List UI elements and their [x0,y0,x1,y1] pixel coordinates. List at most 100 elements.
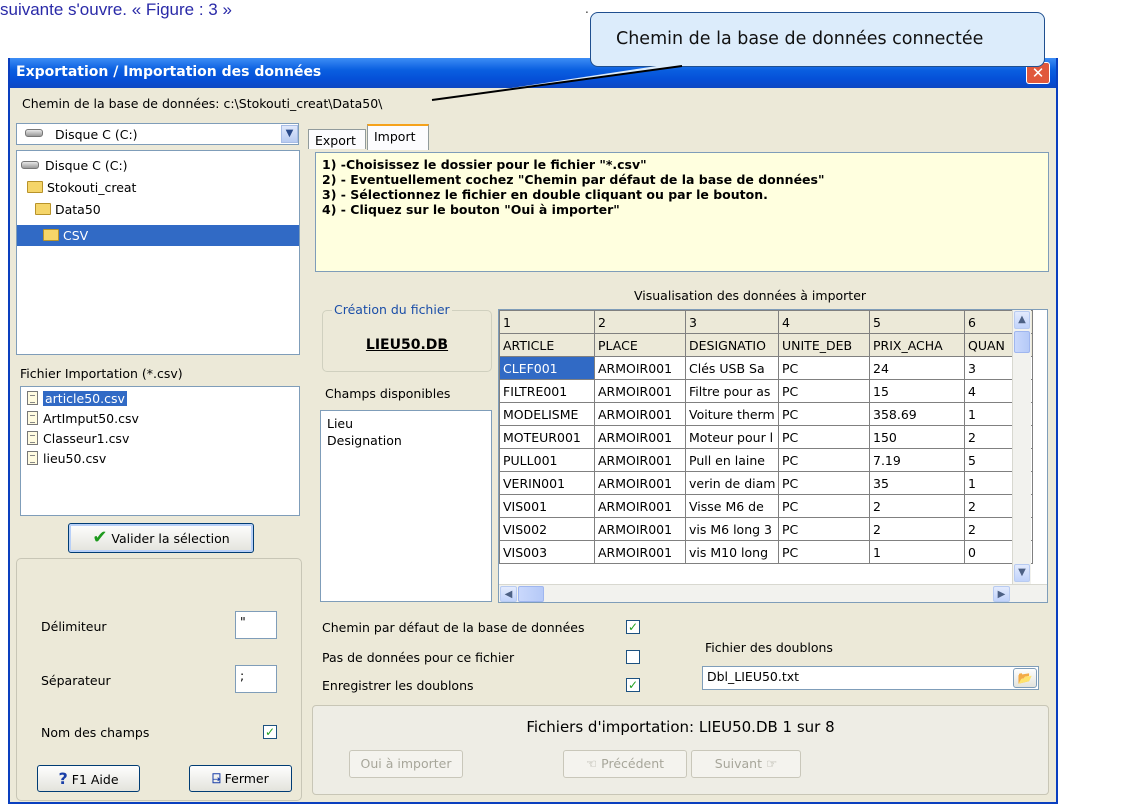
scroll-down-icon[interactable]: ▼ [1014,564,1030,582]
delimiter-input[interactable]: " [235,611,277,639]
preview-horizontal-scrollbar[interactable]: ◀ ▶ [499,584,1047,602]
column-number-row[interactable]: 123456 [499,310,1033,334]
table-cell[interactable]: ARMOIR001 [594,356,686,380]
close-dialog-button[interactable]: ⍈ Fermer [189,765,292,792]
list-item-file[interactable]: article50.csv [27,389,127,409]
table-row[interactable]: VIS002 ARMOIR001 vis M6 long 3 PC 2 2 [499,517,1033,541]
table-row[interactable]: VIS003 ARMOIR001 vis M10 long PC 1 0 [499,540,1033,564]
table-cell[interactable]: MOTEUR001 [499,425,595,449]
scroll-up-icon[interactable]: ▲ [1014,311,1030,329]
table-row[interactable]: MOTEUR001 ARMOIR001 Moteur pour l PC 150 2 [499,425,1033,449]
duplicates-file-input[interactable]: Dbl_LIEU50.txt [702,666,1039,690]
chevron-down-icon[interactable]: ▼ [281,125,298,143]
tree-item-disk[interactable]: Disque C (C:) [21,155,221,176]
list-item[interactable]: Lieu [327,416,353,431]
table-cell[interactable]: ARMOIR001 [594,540,686,564]
available-fields-list[interactable]: Lieu Designation [320,410,492,602]
table-cell[interactable]: ARTICLE [499,333,595,357]
table-row[interactable]: CLEF001 ARMOIR001 Clés USB Sa PC 24 3 [499,356,1033,380]
table-cell[interactable]: Pull en laine [685,448,779,472]
table-cell[interactable]: 4 [778,310,870,334]
tab-import[interactable]: Import [367,124,429,150]
table-cell[interactable]: PLACE [594,333,686,357]
default-path-checkbox[interactable]: ✓ [626,620,640,634]
table-cell[interactable]: PC [778,471,870,495]
table-cell[interactable]: ARMOIR001 [594,471,686,495]
table-cell[interactable]: 1 [499,310,595,334]
scroll-thumb[interactable] [518,586,544,602]
table-cell[interactable]: ARMOIR001 [594,379,686,403]
table-cell[interactable]: Moteur pour l [685,425,779,449]
list-item-file[interactable]: ArtImput50.csv [27,409,139,429]
table-cell[interactable]: 24 [869,356,965,380]
table-cell[interactable]: vis M10 long [685,540,779,564]
import-button[interactable]: Oui à importer [349,750,463,778]
table-cell[interactable]: CLEF001 [499,356,595,380]
table-cell[interactable]: 150 [869,425,965,449]
table-cell[interactable]: ARMOIR001 [594,425,686,449]
no-data-checkbox[interactable] [626,650,640,664]
table-cell[interactable]: VERIN001 [499,471,595,495]
table-cell[interactable]: 35 [869,471,965,495]
table-cell[interactable]: Filtre pour as [685,379,779,403]
table-row[interactable]: FILTRE001 ARMOIR001 Filtre pour as PC 15 4 [499,379,1033,403]
table-cell[interactable]: 358.69 [869,402,965,426]
column-header-row[interactable]: ARTICLE PLACE DESIGNATIO UNITE_DEB PRIX_ACHA… [499,333,1033,357]
table-cell[interactable]: DESIGNATIO [685,333,779,357]
table-cell[interactable]: VIS002 [499,517,595,541]
table-cell[interactable]: ARMOIR001 [594,448,686,472]
list-item[interactable]: Designation [327,433,402,448]
table-cell[interactable]: 3 [685,310,779,334]
file-list[interactable]: article50.csv ArtImput50.csv Classeur1.c… [20,386,300,516]
table-cell[interactable]: 15 [869,379,965,403]
table-cell[interactable]: FILTRE001 [499,379,595,403]
tree-item-stokouti[interactable]: Stokouti_creat [27,177,227,198]
table-cell[interactable]: Clés USB Sa [685,356,779,380]
table-cell[interactable]: ARMOIR001 [594,402,686,426]
table-row[interactable]: VERIN001 ARMOIR001 verin de diam PC 35 1 [499,471,1033,495]
browse-folder-icon[interactable]: 📂 [1013,668,1037,688]
preview-grid[interactable]: 1 2 3 4 5 6 ARTICLE PLACE DESIGNATIO UNITE_DEB PRI… [498,309,1048,603]
list-item-file[interactable]: lieu50.csv [27,449,106,469]
next-button[interactable]: Suivant ☞ [691,750,801,778]
table-cell[interactable]: vis M6 long 3 [685,517,779,541]
table-cell[interactable]: PC [778,379,870,403]
drive-combobox[interactable]: Disque C (C:) ▼ [16,123,299,145]
table-cell[interactable]: PC [778,540,870,564]
list-item-file[interactable]: Classeur1.csv [27,429,129,449]
table-cell[interactable]: 2 [869,517,965,541]
table-cell[interactable]: PC [778,494,870,518]
table-cell[interactable]: MODELISME [499,402,595,426]
table-cell[interactable]: VIS001 [499,494,595,518]
scroll-thumb[interactable] [1014,331,1030,353]
tree-item-csv[interactable]: CSV [17,225,299,246]
table-cell[interactable]: 2 [869,494,965,518]
table-cell[interactable]: 5 [869,310,965,334]
table-cell[interactable]: PC [778,356,870,380]
tree-item-data50[interactable]: Data50 [35,199,235,220]
table-cell[interactable]: 1 [869,540,965,564]
table-cell[interactable]: PRIX_ACHA [869,333,965,357]
folder-tree[interactable]: Disque C (C:) Stokouti_creat Data50 CSV [16,150,300,355]
table-cell[interactable]: PULL001 [499,448,595,472]
table-cell[interactable]: PC [778,425,870,449]
table-cell[interactable]: 2 [594,310,686,334]
help-button[interactable]: ? F1 Aide [37,765,140,792]
table-row[interactable]: VIS001 ARMOIR001 Visse M6 de PC 2 2 [499,494,1033,518]
scroll-right-icon[interactable]: ▶ [993,586,1010,602]
table-cell[interactable]: Voiture therm [685,402,779,426]
validate-selection-button[interactable]: ✔ Valider la sélection [68,523,254,553]
tab-export[interactable]: Export [308,129,366,149]
table-cell[interactable]: PC [778,448,870,472]
field-names-checkbox[interactable]: ✓ [263,725,277,739]
table-cell[interactable]: ARMOIR001 [594,517,686,541]
save-duplicates-checkbox[interactable]: ✓ [626,678,640,692]
table-row[interactable]: MODELISME ARMOIR001 Voiture therm PC 358.69 1 [499,402,1033,426]
previous-button[interactable]: ☜ Précédent [563,750,687,778]
scroll-left-icon[interactable]: ◀ [500,586,517,602]
table-cell[interactable]: UNITE_DEB [778,333,870,357]
separator-input[interactable]: ; [235,665,277,693]
table-cell[interactable]: VIS003 [499,540,595,564]
table-cell[interactable]: PC [778,402,870,426]
table-cell[interactable]: verin de diam [685,471,779,495]
